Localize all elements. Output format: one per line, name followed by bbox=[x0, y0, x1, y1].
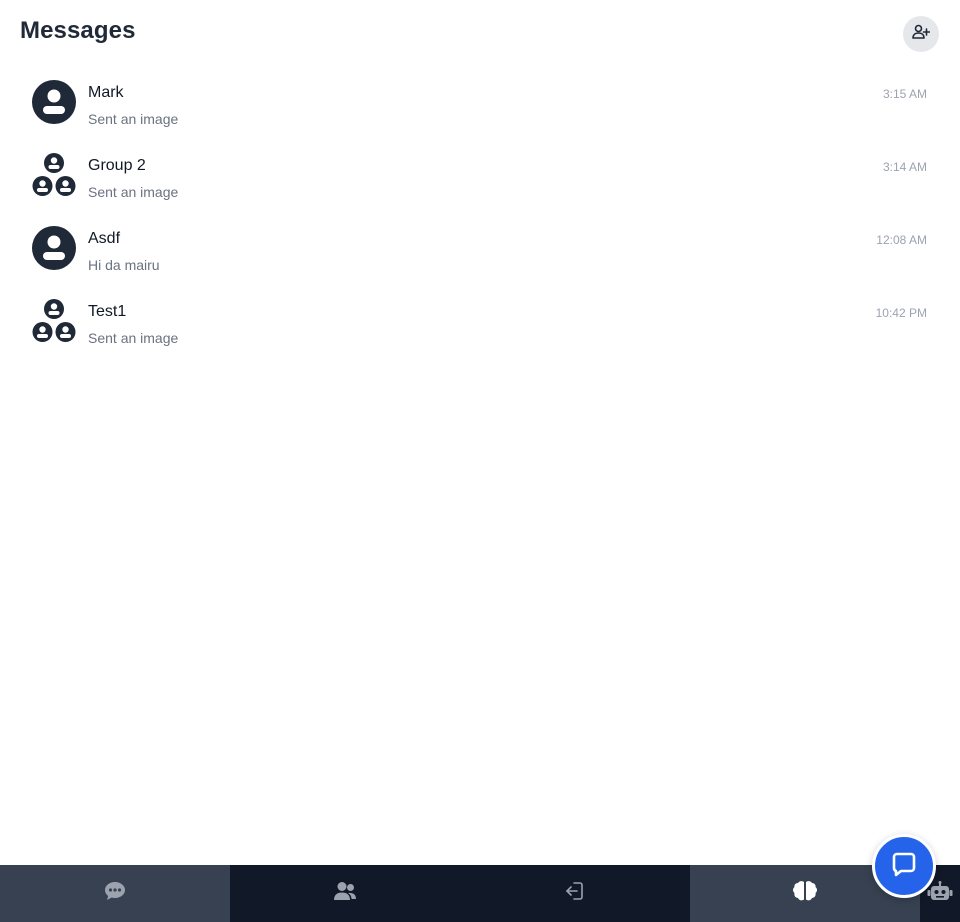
brain-icon bbox=[792, 880, 818, 907]
conversation-time: 3:14 AM bbox=[882, 160, 927, 174]
robot-icon bbox=[927, 881, 953, 906]
conversation-preview: Sent an image bbox=[88, 184, 179, 200]
user-circle-icon bbox=[32, 80, 76, 124]
nav-tab-chats[interactable] bbox=[0, 865, 230, 922]
new-message-fab[interactable] bbox=[872, 834, 936, 898]
conversation-item[interactable]: Group 2 Sent an image 3:14 AM bbox=[20, 149, 939, 222]
conversation-time: 3:15 AM bbox=[882, 87, 927, 101]
conversation-name: Asdf bbox=[88, 230, 121, 247]
conversation-list: Mark Sent an image 3:15 AM Group 2 Sent … bbox=[20, 76, 939, 368]
conversation-time: 10:42 PM bbox=[875, 306, 927, 320]
user-plus-icon bbox=[912, 24, 931, 45]
conversation-name: Mark bbox=[88, 84, 124, 101]
conversation-name: Group 2 bbox=[88, 157, 146, 174]
conversation-preview: Sent an image bbox=[88, 111, 179, 127]
bottom-nav bbox=[0, 865, 960, 922]
nav-tab-logout[interactable] bbox=[460, 865, 690, 922]
conversation-time: 12:08 AM bbox=[876, 233, 927, 247]
conversation-item[interactable]: Mark Sent an image 3:15 AM bbox=[20, 76, 939, 149]
message-bubble-icon bbox=[891, 851, 917, 882]
group-icon bbox=[32, 299, 76, 343]
logout-icon bbox=[565, 881, 585, 906]
conversation-name: Test1 bbox=[88, 303, 127, 320]
conversation-item[interactable]: Asdf Hi da mairu 12:08 AM bbox=[20, 222, 939, 295]
group-icon bbox=[32, 153, 76, 197]
header: Messages bbox=[0, 0, 960, 68]
page-title: Messages bbox=[20, 17, 136, 44]
add-contact-button[interactable] bbox=[903, 16, 939, 52]
nav-tab-contacts[interactable] bbox=[230, 865, 460, 922]
conversation-preview: Sent an image bbox=[88, 330, 179, 346]
conversation-preview: Hi da mairu bbox=[88, 257, 160, 273]
users-icon bbox=[333, 881, 357, 906]
conversation-item[interactable]: Test1 Sent an image 10:42 PM bbox=[20, 295, 939, 368]
messages-app: Messages Mark Sent an image 3:15 AM Grou… bbox=[0, 0, 960, 922]
user-circle-icon bbox=[32, 226, 76, 270]
chat-bubble-icon bbox=[104, 881, 126, 906]
